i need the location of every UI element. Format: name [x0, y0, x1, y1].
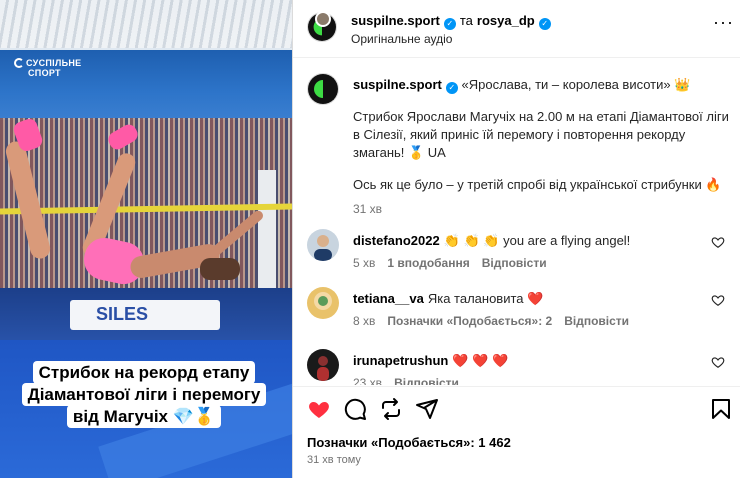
coauthor-username[interactable]: rosya_dp	[477, 13, 535, 28]
share-send-icon[interactable]	[415, 397, 439, 421]
comment-item: tetiana__va Яка талановита ❤️ 8 хв Позначк…	[307, 287, 737, 335]
sponsor-board-text: SILES	[96, 304, 149, 324]
authors-separator: та	[459, 13, 473, 28]
comment-body: Яка талановита ❤️	[427, 291, 544, 306]
commenter-avatar[interactable]	[307, 349, 339, 381]
coauthor-avatar[interactable]	[315, 11, 331, 27]
post-authors: suspilne.sport ✓ та rosya_dp ✓	[351, 13, 551, 30]
comment-meta: 5 хв 1 вподобання Відповісти	[353, 256, 559, 270]
broadcaster-logo: СУСПІЛЬНЕ СПОРТ	[14, 58, 81, 78]
commenter-username[interactable]: irunapetrushun	[353, 353, 448, 368]
comment-meta: 8 хв Позначки «Подобається»: 2 Відповісти	[353, 314, 641, 328]
caption-text: suspilne.sport ✓ «Ярослава, ти – королева…	[353, 76, 733, 218]
reply-button[interactable]: Відповісти	[564, 314, 629, 328]
commenter-avatar[interactable]	[307, 287, 339, 319]
verified-badge-icon: ✓	[538, 18, 551, 30]
caption-author-avatar[interactable]	[307, 73, 339, 105]
user-avatar-icon	[307, 229, 339, 261]
post-header: suspilne.sport ✓ та rosya_dp ✓ Оригінальне а…	[293, 0, 740, 58]
commenter-username[interactable]: distefano2022	[353, 233, 440, 248]
video-caption-line-1: Стрибок на рекорд етапу	[32, 361, 256, 384]
like-comment-heart-icon[interactable]	[711, 293, 725, 307]
caption-time: 31 хв	[353, 202, 383, 216]
comment-item: irunapetrushun ❤️ ❤️ ❤️ 23 хв Відповісти	[307, 349, 737, 385]
bookmark-icon[interactable]	[709, 397, 733, 421]
comment-meta: 23 хв Відповісти	[353, 376, 471, 385]
broadcaster-logo-icon	[14, 58, 24, 68]
user-avatar-icon	[307, 287, 339, 319]
more-options-icon[interactable]: ···	[713, 13, 734, 31]
stadium-roof	[0, 0, 292, 48]
video-caption: Стрибок на рекорд етапу Діамантової ліги…	[20, 361, 268, 428]
verified-badge-icon: ✓	[445, 82, 458, 94]
comment-time: 8 хв	[353, 314, 376, 328]
comment-likes[interactable]: 1 вподобання	[387, 256, 469, 270]
comment-item: distefano2022 👏 👏 👏 you are a flying ange…	[307, 229, 737, 277]
comment-text: tetiana__va Яка талановита ❤️	[353, 291, 543, 307]
comment-text: irunapetrushun ❤️ ❤️ ❤️	[353, 353, 508, 369]
caption-quote: «Ярослава, ти – королева висоти» 👑	[461, 77, 691, 92]
like-heart-icon[interactable]	[307, 397, 331, 421]
comment-bubble-icon[interactable]	[343, 397, 367, 421]
comments-section[interactable]: suspilne.sport ✓ «Ярослава, ти – королева…	[293, 59, 740, 385]
comment-body: ❤️ ❤️ ❤️	[452, 353, 509, 368]
commenter-username[interactable]: tetiana__va	[353, 291, 424, 306]
like-comment-heart-icon[interactable]	[711, 355, 725, 369]
post-media[interactable]: SILES СУСПІЛЬНЕ СПОРТ Стрибок на рекорд …	[0, 0, 292, 478]
verified-badge-icon: ✓	[443, 18, 456, 30]
comment-time: 23 хв	[353, 376, 383, 385]
reply-button[interactable]: Відповісти	[394, 376, 459, 385]
commenter-avatar[interactable]	[307, 229, 339, 261]
comment-time: 5 хв	[353, 256, 376, 270]
comment-body: 👏 👏 👏 you are a flying angel!	[443, 233, 631, 248]
video-caption-line-3: від Магучіх 💎🥇	[66, 405, 222, 428]
action-bar: Позначки «Подобається»: 1 462 31 хв тому	[293, 386, 740, 478]
reply-button[interactable]: Відповісти	[482, 256, 547, 270]
caption-author[interactable]: suspilne.sport	[353, 77, 442, 92]
user-avatar-icon	[307, 349, 339, 381]
video-caption-line-2: Діамантової ліги і перемогу	[21, 383, 267, 406]
comment-text: distefano2022 👏 👏 👏 you are a flying ange…	[353, 233, 630, 249]
repost-icon[interactable]	[379, 397, 403, 421]
suspilne-logo-icon	[308, 74, 338, 104]
post-panel: suspilne.sport ✓ та rosya_dp ✓ Оригінальне а…	[292, 0, 740, 478]
caption-paragraph-2: Ось як це було – у третій спробі від укр…	[353, 177, 722, 192]
likes-count[interactable]: Позначки «Подобається»: 1 462	[307, 435, 511, 450]
original-audio-link[interactable]: Оригінальне аудіо	[351, 32, 452, 46]
caption-paragraph-1: Стрибок Ярослави Магучіх на 2.00 м на ет…	[353, 109, 729, 160]
comment-likes[interactable]: Позначки «Подобається»: 2	[387, 314, 552, 328]
post-time: 31 хв тому	[307, 454, 361, 466]
author-username[interactable]: suspilne.sport	[351, 13, 440, 28]
like-comment-heart-icon[interactable]	[711, 235, 725, 249]
